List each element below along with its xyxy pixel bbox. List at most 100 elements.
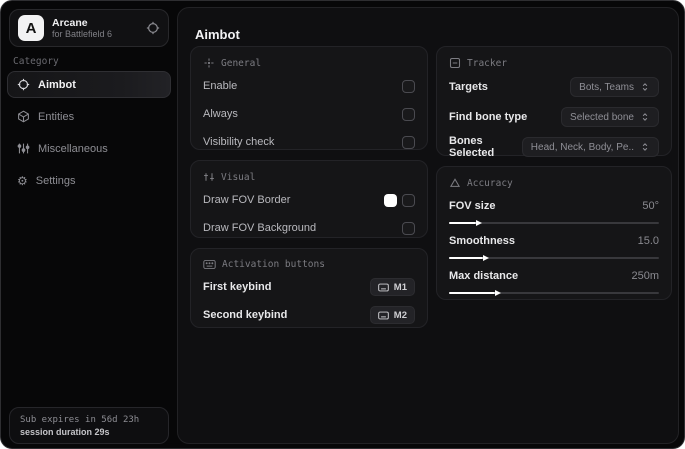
slider-value: 50° — [642, 200, 659, 212]
section-title: Accuracy — [467, 177, 513, 189]
keyboard-icon — [378, 283, 389, 291]
setting-row-find-bone-type: Find bone type Selected bone — [449, 105, 659, 129]
sidebar: A Arcane for Battlefield 6 Category Aimb… — [1, 1, 177, 448]
fov-background-checkbox[interactable] — [402, 221, 415, 235]
select-value: Selected bone — [570, 111, 634, 123]
sidebar-item-miscellaneous[interactable]: Miscellaneous — [7, 135, 171, 162]
setting-label: Bones Selected — [449, 135, 495, 159]
enable-checkbox[interactable] — [402, 79, 415, 93]
setting-label: Draw FOV Background — [203, 222, 317, 234]
section-title: Activation buttons — [222, 259, 325, 270]
app-header-card: A Arcane for Battlefield 6 — [9, 9, 169, 47]
setting-label: Draw FOV Border — [203, 194, 291, 206]
sidebar-item-label: Aimbot — [38, 78, 76, 91]
setting-label: Always — [203, 108, 238, 120]
visual-card: Visual Draw FOV Border Draw FOV Backgrou… — [190, 160, 428, 238]
fov-border-checkbox[interactable] — [402, 193, 415, 207]
left-column: General Enable Always Visibility check V… — [190, 46, 428, 338]
slider-label: Max distance — [449, 270, 519, 282]
setting-row-fov-background: Draw FOV Background — [203, 217, 415, 239]
chevrons-up-down-icon — [642, 143, 648, 151]
setting-row-always: Always — [203, 103, 415, 125]
app-subtitle: for Battlefield 6 — [52, 28, 113, 39]
max-distance-slider[interactable] — [449, 290, 659, 296]
fov-size-slider[interactable] — [449, 220, 659, 226]
keybind-value: M2 — [393, 309, 407, 321]
setting-label: Find bone type — [449, 111, 528, 123]
chevrons-up-down-icon — [642, 83, 648, 91]
keyboard-icon — [378, 311, 389, 319]
find-bone-type-select[interactable]: Selected bone — [561, 107, 659, 127]
cube-icon — [18, 110, 29, 123]
first-keybind-button[interactable]: M1 — [369, 278, 415, 296]
select-value: Head, Neck, Body, Pe.. — [530, 141, 634, 153]
section-title: Visual — [221, 171, 256, 183]
setting-row-enable: Enable — [203, 75, 415, 97]
setting-row-fov-border: Draw FOV Border — [203, 189, 415, 211]
slider-value: 15.0 — [637, 235, 659, 247]
main-panel: Aimbot General Enable Always Visibility … — [177, 7, 679, 444]
setting-label: First keybind — [203, 281, 272, 293]
slider-thumb[interactable] — [476, 220, 483, 226]
target-icon[interactable] — [146, 21, 160, 35]
slider-label: Smoothness — [449, 235, 516, 247]
app-window: A Arcane for Battlefield 6 Category Aimb… — [0, 0, 685, 449]
session-duration-text: session duration 29s — [20, 426, 110, 437]
slider-thumb[interactable] — [495, 290, 502, 296]
accuracy-card: Accuracy FOV size 50° Smoothness 15.0 Ma… — [436, 166, 672, 300]
general-card: General Enable Always Visibility check — [190, 46, 428, 150]
chevrons-up-down-icon — [642, 113, 648, 121]
sidebar-nav: Aimbot Entities Miscellaneous ⚙ Settings — [7, 71, 171, 199]
category-label: Category — [13, 56, 59, 67]
bones-selected-select[interactable]: Head, Neck, Body, Pe.. — [521, 137, 659, 157]
app-titles: Arcane for Battlefield 6 — [52, 17, 138, 39]
setting-row-targets: Targets Bots, Teams — [449, 75, 659, 99]
slider-value: 250m — [631, 270, 659, 282]
targets-select[interactable]: Bots, Teams — [570, 77, 659, 97]
setting-row-visibility-check: Visibility check — [203, 131, 415, 153]
setting-row-second-keybind: Second keybind M2 — [203, 304, 415, 326]
setting-row-bones-selected: Bones Selected Head, Neck, Body, Pe.. — [449, 135, 659, 159]
section-title: Tracker — [467, 57, 508, 69]
visibility-check-checkbox[interactable] — [402, 135, 415, 149]
subscription-card: Sub expires in 56d 23h session duration … — [9, 407, 169, 444]
activation-card: Activation buttons First keybind M1 Seco… — [190, 248, 428, 328]
sub-expiry-text: Sub expires in 56d 23h — [20, 414, 140, 425]
app-logo: A — [18, 15, 44, 41]
setting-row-first-keybind: First keybind M1 — [203, 276, 415, 298]
smoothness-slider-block: Smoothness 15.0 — [449, 233, 659, 261]
fov-size-slider-block: FOV size 50° — [449, 198, 659, 226]
page-title: Aimbot — [195, 27, 240, 42]
smoothness-slider[interactable] — [449, 255, 659, 261]
slider-thumb[interactable] — [482, 255, 489, 261]
scan-crosshair-icon — [204, 58, 214, 68]
sidebar-item-label: Entities — [38, 110, 75, 123]
select-value: Bots, Teams — [579, 81, 634, 93]
second-keybind-button[interactable]: M2 — [369, 306, 415, 324]
keybind-value: M1 — [393, 281, 407, 293]
square-minus-icon — [449, 57, 461, 69]
gear-icon: ⚙ — [17, 173, 28, 188]
setting-label: Enable — [203, 80, 238, 92]
sliders-icon — [17, 143, 30, 154]
fov-border-color-swatch[interactable] — [384, 193, 397, 207]
sidebar-item-settings[interactable]: ⚙ Settings — [7, 167, 171, 194]
always-checkbox[interactable] — [402, 107, 415, 121]
triangle-icon — [449, 178, 461, 187]
max-distance-slider-block: Max distance 250m — [449, 268, 659, 296]
slider-label: FOV size — [449, 200, 496, 212]
setting-label: Second keybind — [203, 309, 288, 321]
setting-label: Targets — [449, 81, 488, 93]
sidebar-item-entities[interactable]: Entities — [7, 103, 171, 130]
setting-label: Visibility check — [203, 136, 275, 148]
app-name: Arcane — [52, 16, 88, 29]
tracker-card: Tracker Targets Bots, Teams Find bone ty… — [436, 46, 672, 159]
adjust-icon — [204, 173, 214, 181]
crosshair-icon — [17, 78, 30, 91]
sidebar-item-label: Miscellaneous — [38, 142, 108, 155]
right-column: Tracker Targets Bots, Teams Find bone ty… — [436, 46, 672, 310]
section-title: General — [221, 57, 262, 69]
keyboard-icon — [203, 259, 216, 270]
sidebar-item-label: Settings — [35, 174, 76, 187]
sidebar-item-aimbot[interactable]: Aimbot — [7, 71, 171, 98]
